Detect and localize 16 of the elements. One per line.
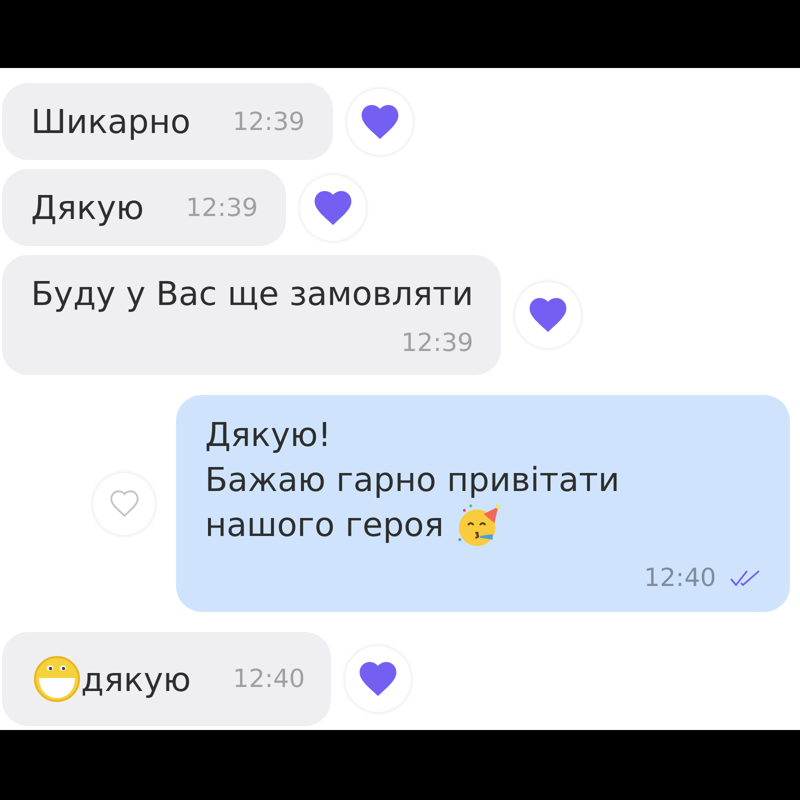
message-text: Шикарно <box>31 101 191 142</box>
message-text: Дякую! <box>205 414 332 455</box>
message-time: 12:40 <box>644 564 716 592</box>
party-face-icon <box>458 502 500 546</box>
like-button[interactable] <box>344 646 411 712</box>
message-text: Бажаю гарно привітати <box>205 459 620 500</box>
message-text: Буду у Вас ще замовляти <box>31 273 474 314</box>
message-text: Дякую <box>31 187 144 228</box>
message-time: 12:39 <box>401 329 474 357</box>
message-text: нашого героя <box>205 504 444 545</box>
message-time: 12:39 <box>186 194 258 222</box>
message-text: дякую <box>81 658 191 700</box>
message-time: 12:39 <box>232 108 305 136</box>
message-time: 12:40 <box>232 665 305 693</box>
grinning-face-icon <box>34 656 80 702</box>
like-button[interactable] <box>515 282 582 348</box>
